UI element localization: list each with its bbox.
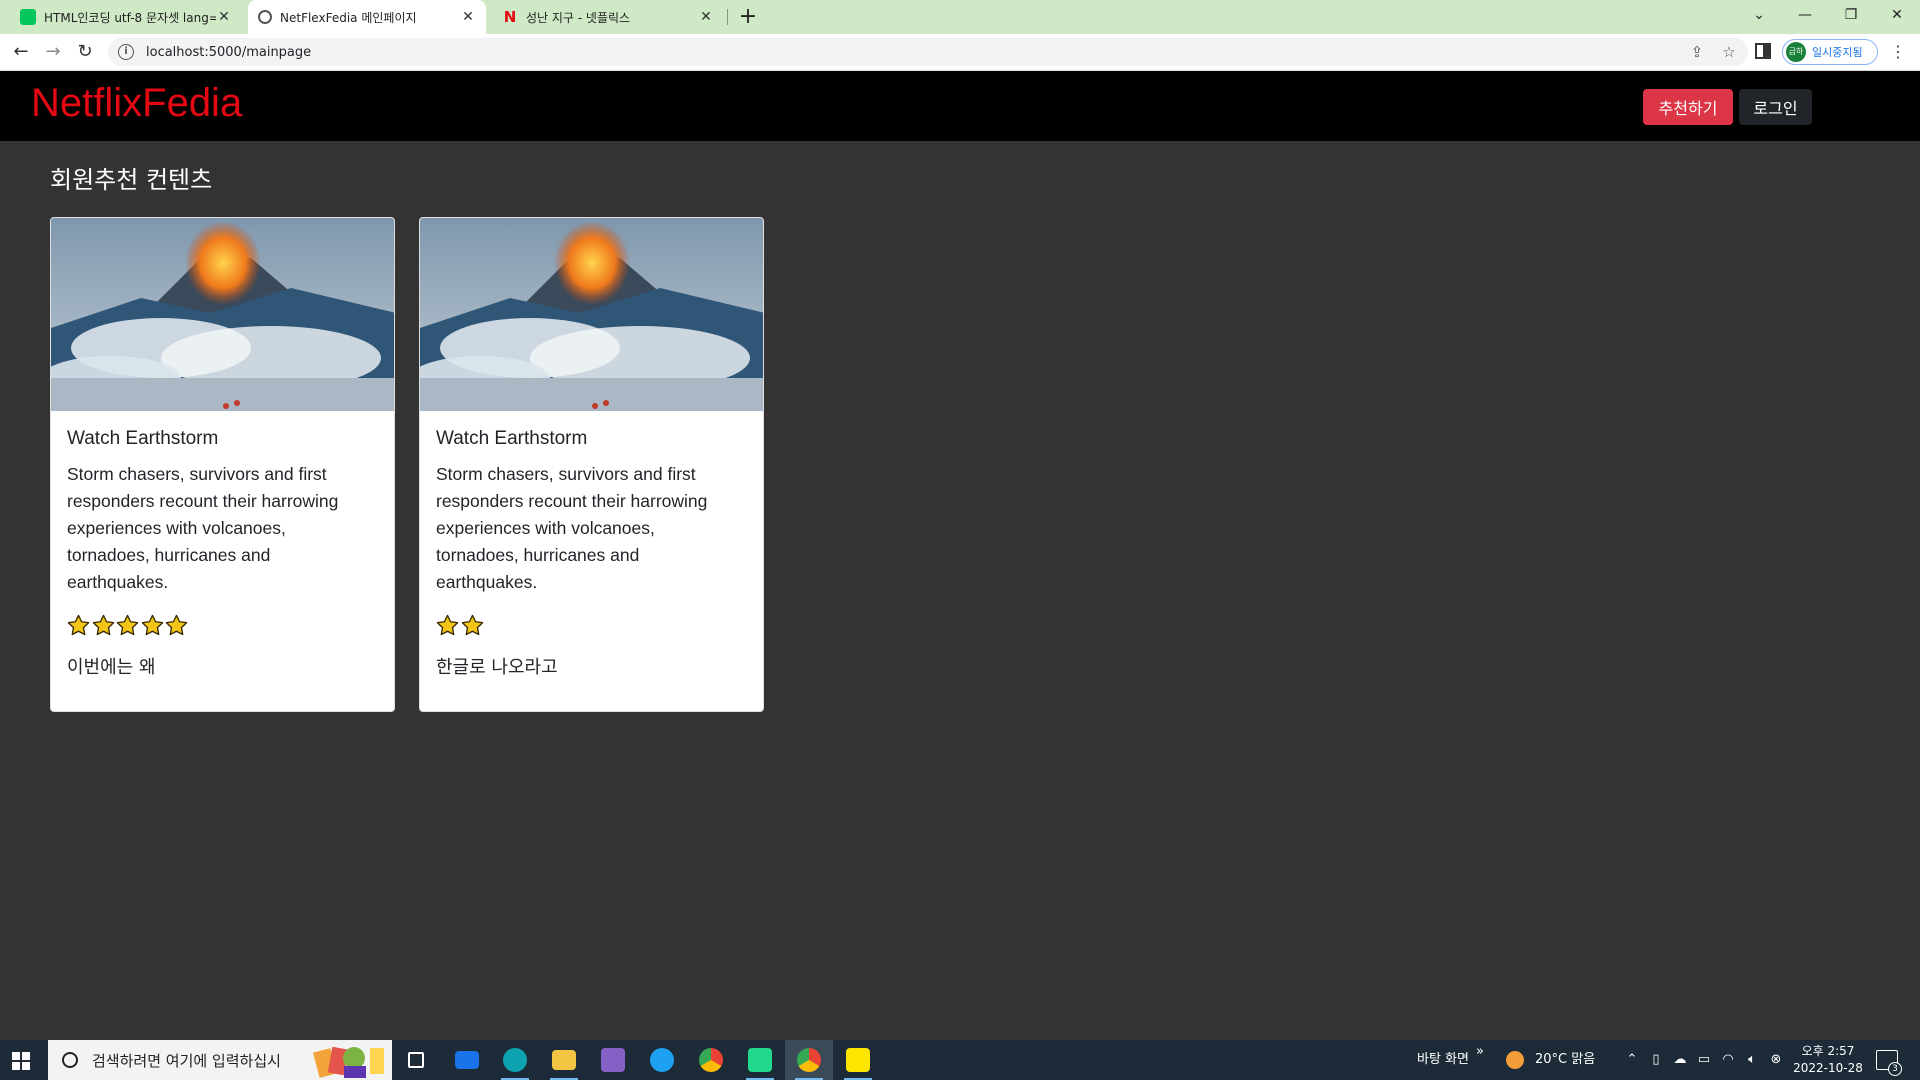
side-panel-icon[interactable] bbox=[1755, 43, 1771, 59]
device-icon[interactable]: ▯ bbox=[1648, 1052, 1664, 1068]
avatar: 금하 bbox=[1786, 42, 1806, 62]
star-icon bbox=[436, 614, 459, 636]
weather-sun-icon[interactable] bbox=[1506, 1051, 1524, 1069]
close-icon[interactable]: ✕ bbox=[216, 9, 232, 25]
tab-netflexfedia-main[interactable]: NetFlexFedia 메인페이지 ✕ bbox=[248, 0, 486, 34]
ime-status-icon[interactable]: ⊗ bbox=[1768, 1052, 1784, 1068]
mail-icon[interactable] bbox=[443, 1040, 491, 1080]
login-button[interactable]: 로그인 bbox=[1739, 89, 1812, 125]
site-navbar: NetflixFedia 추천하기 로그인 bbox=[0, 71, 1920, 141]
chrome-icon[interactable] bbox=[687, 1040, 735, 1080]
content-card: Watch Earthstorm Storm chasers, survivor… bbox=[419, 217, 764, 712]
chrome-profile-icon[interactable] bbox=[785, 1040, 833, 1080]
toolbar-expand-icon[interactable]: » bbox=[1476, 1032, 1484, 1072]
card-comment: 한글로 나오라고 bbox=[436, 657, 558, 678]
card-comment: 이번에는 왜 bbox=[67, 657, 156, 678]
card-thumbnail[interactable] bbox=[420, 218, 763, 411]
notification-count-badge: 3 bbox=[1888, 1062, 1902, 1076]
star-icon bbox=[116, 614, 139, 636]
star-icon bbox=[67, 614, 90, 636]
show-hidden-icons-chevron-icon[interactable]: ⌃ bbox=[1624, 1052, 1640, 1068]
battery-icon[interactable]: ▭ bbox=[1696, 1052, 1712, 1068]
desktop-toolbar-label[interactable]: 바탕 화면 bbox=[1417, 1040, 1469, 1080]
card-thumbnail[interactable] bbox=[51, 218, 394, 411]
visual-studio-icon[interactable] bbox=[589, 1040, 637, 1080]
bookmark-star-icon[interactable]: ☆ bbox=[1720, 43, 1738, 61]
netflix-icon: N bbox=[503, 8, 517, 26]
profile-button[interactable]: 금하 일시중지됨 bbox=[1782, 39, 1878, 65]
pycharm-icon[interactable] bbox=[736, 1040, 784, 1080]
browser-tab-strip: HTML인코딩 utf-8 문자셋 lang= ✕ NetFlexFedia 메… bbox=[0, 0, 1920, 34]
profile-status-label: 일시중지됨 bbox=[1812, 46, 1863, 59]
tab-title: 성난 지구 - 넷플릭스 bbox=[526, 10, 631, 25]
tab-title: HTML인코딩 utf-8 문자셋 lang= bbox=[44, 10, 216, 25]
reload-icon[interactable]: ↻ bbox=[73, 40, 97, 64]
recommend-button[interactable]: 추천하기 bbox=[1643, 89, 1733, 125]
content-card: Watch Earthstorm Storm chasers, survivor… bbox=[50, 217, 395, 712]
windows-taskbar: 검색하려면 여기에 입력하십시 바탕 화면 » 20°C 맑음 ⌃ ▯ ☁ ▭ … bbox=[0, 1040, 1920, 1080]
star-icon bbox=[141, 614, 163, 636]
forward-arrow-icon[interactable]: → bbox=[41, 40, 65, 64]
tab-netflix-earthstorm[interactable]: N 성난 지구 - 넷플릭스 ✕ bbox=[492, 0, 724, 34]
internet-explorer-icon[interactable] bbox=[638, 1040, 686, 1080]
volume-icon[interactable]: 🔈︎ bbox=[1744, 1052, 1760, 1068]
browser-toolbar: ← → ↻ i localhost:5000/mainpage ⇪ ☆ 금하 일… bbox=[0, 34, 1920, 71]
taskbar-search-box[interactable]: 검색하려면 여기에 입력하십시 bbox=[48, 1040, 392, 1080]
star-icon bbox=[461, 614, 483, 636]
file-explorer-icon[interactable] bbox=[540, 1040, 588, 1080]
close-icon[interactable]: ✕ bbox=[460, 9, 476, 25]
search-icon bbox=[62, 1052, 78, 1068]
tab-title: NetFlexFedia 메인페이지 bbox=[280, 10, 417, 25]
clock-date: 2022-10-28 bbox=[1793, 1061, 1863, 1075]
back-arrow-icon[interactable]: ← bbox=[9, 40, 33, 64]
windows-start-icon[interactable] bbox=[12, 1052, 30, 1070]
tab-html-encoding[interactable]: HTML인코딩 utf-8 문자셋 lang= ✕ bbox=[10, 0, 242, 34]
share-icon[interactable]: ⇪ bbox=[1688, 43, 1706, 61]
star-icon bbox=[165, 614, 188, 636]
search-highlight-illustration bbox=[312, 1046, 384, 1078]
address-bar[interactable]: i localhost:5000/mainpage ⇪ ☆ bbox=[108, 38, 1748, 66]
brand-logo[interactable]: NetflixFedia bbox=[31, 81, 242, 126]
close-window-button[interactable]: ✕ bbox=[1874, 0, 1920, 30]
close-icon[interactable]: ✕ bbox=[698, 9, 714, 25]
kakaotalk-icon[interactable] bbox=[834, 1040, 882, 1080]
wifi-icon[interactable]: ◠ bbox=[1720, 1052, 1736, 1068]
restore-button[interactable]: ❐ bbox=[1828, 0, 1874, 30]
card-title[interactable]: Watch Earthstorm bbox=[436, 428, 587, 450]
naver-blog-icon bbox=[20, 9, 36, 25]
minimize-button[interactable]: — bbox=[1782, 0, 1828, 30]
onedrive-error-icon[interactable]: ☁ bbox=[1672, 1052, 1688, 1068]
tab-search-chevron-icon[interactable]: ⌄ bbox=[1736, 0, 1782, 30]
url-text[interactable]: localhost:5000/mainpage bbox=[146, 45, 311, 60]
card-title[interactable]: Watch Earthstorm bbox=[67, 428, 218, 450]
star-rating bbox=[436, 614, 485, 637]
section-title: 회원추천 컨텐츠 bbox=[50, 166, 213, 194]
search-placeholder: 검색하려면 여기에 입력하십시 bbox=[92, 1051, 281, 1070]
star-icon bbox=[92, 614, 114, 636]
menu-dots-icon[interactable]: ⋮ bbox=[1890, 42, 1906, 62]
info-icon[interactable]: i bbox=[118, 44, 134, 60]
new-tab-button[interactable]: + bbox=[736, 4, 760, 30]
weather-text[interactable]: 20°C 맑음 bbox=[1535, 1040, 1595, 1080]
globe-icon bbox=[258, 10, 272, 24]
taskbar-clock[interactable]: 오후 2:57 2022-10-28 bbox=[1790, 1043, 1866, 1077]
tab-separator bbox=[727, 9, 728, 25]
task-view-icon[interactable] bbox=[392, 1040, 440, 1080]
edge-icon[interactable] bbox=[491, 1040, 539, 1080]
star-rating bbox=[67, 614, 190, 637]
clock-time: 오후 2:57 bbox=[1801, 1044, 1855, 1058]
card-description: Storm chasers, survivors and first respo… bbox=[67, 464, 339, 592]
card-description: Storm chasers, survivors and first respo… bbox=[436, 464, 708, 592]
